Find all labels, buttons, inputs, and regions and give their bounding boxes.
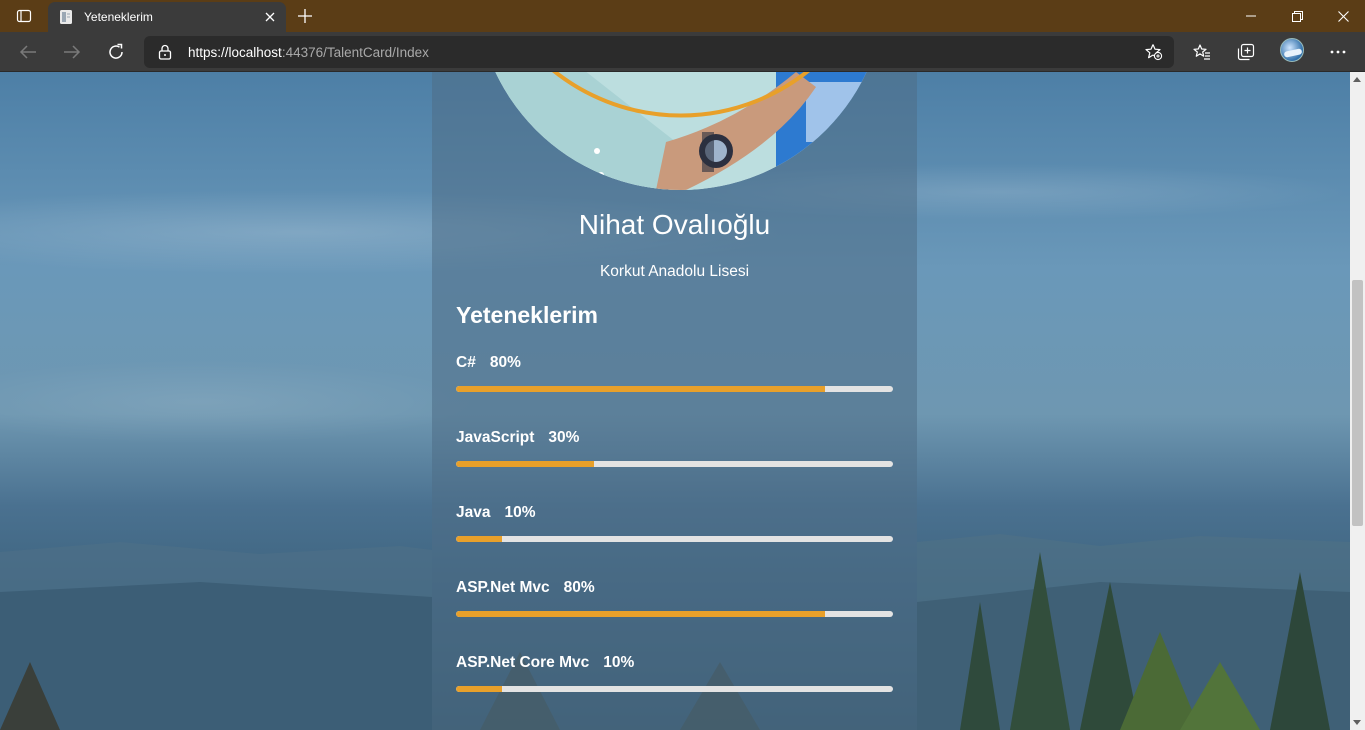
profile-photo	[476, 72, 886, 190]
skill-progress-fill	[456, 536, 503, 542]
skill-progress-bar	[456, 686, 893, 692]
skill-label: C# 80%	[456, 354, 521, 372]
skill-name: ASP.Net Mvc	[456, 579, 550, 596]
profile-school: Korkut Anadolu Lisesi	[599, 263, 750, 280]
skill-progress-bar	[456, 461, 893, 467]
skill-label: JavaScript 30%	[456, 429, 579, 447]
scrollbar-thumb[interactable]	[1352, 280, 1363, 526]
skill-item: C# 80%	[456, 354, 893, 404]
browser-tab[interactable]: Yeteneklerim	[48, 2, 286, 32]
favorites-icon[interactable]	[1186, 36, 1218, 68]
skill-item: ASP.Net Mvc 80%	[456, 579, 893, 629]
url-host: https://localhost	[188, 45, 282, 60]
forward-icon[interactable]	[56, 36, 88, 68]
skill-item: Java 10%	[456, 504, 893, 554]
tab-actions-icon[interactable]	[8, 4, 40, 28]
skill-name: Java	[456, 504, 491, 521]
page-favicon-icon	[58, 9, 74, 25]
tab-title: Yeteneklerim	[84, 10, 153, 24]
page-scrollbar[interactable]	[1350, 72, 1365, 730]
skill-label: ASP.Net Core Mvc 10%	[456, 654, 634, 672]
scroll-down-icon[interactable]	[1353, 720, 1361, 725]
browser-toolbar: https://localhost:44376/TalentCard/Index	[0, 32, 1365, 72]
page-content: Nihat Ovalıoğlu Korkut Anadolu Lisesi Ye…	[0, 72, 1350, 730]
profile-name: Nihat Ovalıoğlu	[578, 209, 771, 240]
skill-progress-bar	[456, 536, 893, 542]
skill-item: JavaScript 30%	[456, 429, 893, 479]
url-path: :44376/TalentCard/Index	[281, 45, 429, 60]
skill-progress-fill	[456, 386, 825, 392]
skill-percent: 10%	[504, 504, 536, 521]
skill-percent: 30%	[548, 429, 580, 446]
skill-progress-fill	[456, 686, 503, 692]
url-text[interactable]: https://localhost:44376/TalentCard/Index	[188, 45, 429, 60]
skill-label: Java 10%	[456, 504, 536, 522]
skill-progress-bar	[456, 611, 893, 617]
skill-progress-fill	[456, 461, 595, 467]
skill-percent: 80%	[489, 354, 521, 371]
skill-percent: 10%	[603, 654, 635, 671]
skill-percent: 80%	[563, 579, 595, 596]
profile-avatar[interactable]	[1280, 38, 1304, 62]
skill-name: ASP.Net Core Mvc	[456, 654, 590, 671]
skills-title: Yeteneklerim	[456, 302, 598, 328]
lock-icon[interactable]	[158, 44, 172, 65]
plus-icon[interactable]	[292, 4, 318, 28]
address-bar[interactable]: https://localhost:44376/TalentCard/Index	[144, 36, 1174, 68]
skill-progress-bar	[456, 386, 893, 392]
refresh-icon[interactable]	[100, 36, 132, 68]
skill-name: C#	[456, 354, 476, 371]
close-window-icon[interactable]	[1320, 0, 1365, 32]
scroll-up-icon[interactable]	[1353, 77, 1361, 82]
more-icon[interactable]	[1322, 36, 1354, 68]
close-icon[interactable]	[262, 9, 278, 25]
skill-label: ASP.Net Mvc 80%	[456, 579, 595, 597]
skill-name: JavaScript	[456, 429, 535, 446]
collections-icon[interactable]	[1230, 36, 1262, 68]
add-favorite-icon[interactable]	[1142, 40, 1166, 64]
skill-progress-fill	[456, 611, 825, 617]
minimize-icon[interactable]	[1228, 0, 1274, 32]
browser-titlebar: Yeteneklerim	[0, 0, 1365, 32]
restore-icon[interactable]	[1274, 0, 1320, 32]
skill-item: ASP.Net Core Mvc 10%	[456, 654, 893, 704]
back-icon[interactable]	[12, 36, 44, 68]
